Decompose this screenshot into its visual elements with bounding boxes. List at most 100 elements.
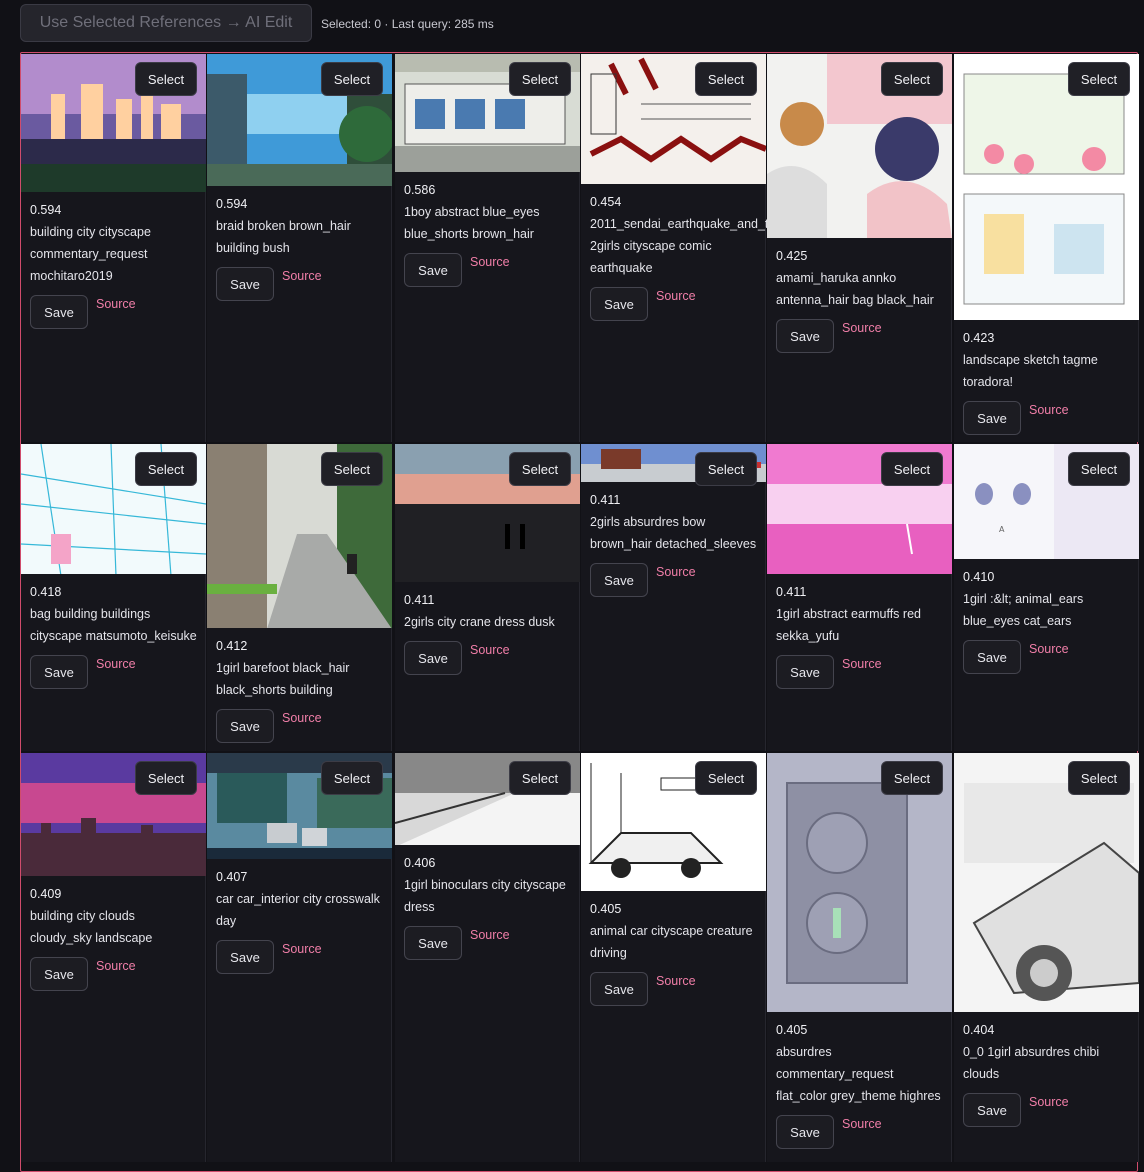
- svg-text:A: A: [999, 525, 1005, 534]
- result-card: Select 0.404 0_0 1girl absurdres chibi clo…: [954, 753, 1139, 1162]
- tag-list: 1girl barefoot black_hair black_shorts b…: [216, 661, 350, 697]
- source-link[interactable]: Source: [656, 565, 696, 579]
- select-button[interactable]: Select: [881, 761, 943, 795]
- select-button[interactable]: Select: [695, 761, 757, 795]
- result-card: Select 0.411 2girls city crane dress dusk S…: [395, 444, 580, 751]
- select-button[interactable]: Select: [135, 62, 197, 96]
- source-link[interactable]: Source: [656, 974, 696, 988]
- similarity-score: 0.411: [776, 585, 807, 599]
- result-card: Select 0.412 1girl barefoot black_hair bla…: [207, 444, 392, 751]
- result-card: Select 0.411 2girls absurdres bow brown_ha…: [581, 444, 766, 751]
- similarity-score: 0.405: [590, 902, 622, 916]
- tag-list: 1girl :&lt; animal_ears blue_eyes cat_ea…: [963, 592, 1084, 628]
- tag-list: 0_0 1girl absurdres chibi clouds: [963, 1045, 1100, 1081]
- result-card: Select 0.425 amami_haruka annko antenna_ha…: [767, 54, 952, 442]
- tag-list: bag building buildings cityscape matsumo…: [30, 607, 197, 643]
- source-link[interactable]: Source: [96, 959, 136, 973]
- tag-list: 2girls absurdres bow brown_hair detached…: [590, 515, 757, 551]
- result-card: Select 0.406 1girl binoculars city citysca…: [395, 753, 580, 1162]
- select-button[interactable]: Select: [321, 761, 383, 795]
- save-button[interactable]: Save: [590, 972, 648, 1006]
- save-button[interactable]: Save: [963, 640, 1021, 674]
- similarity-score: 0.594: [216, 197, 248, 211]
- select-button[interactable]: Select: [695, 452, 757, 486]
- tag-list: landscape sketch tagme toradora!: [963, 353, 1098, 389]
- similarity-score: 0.412: [216, 639, 248, 653]
- result-card: Select 0.407 car car_interior city crosswa…: [207, 753, 392, 1162]
- similarity-score: 0.594: [30, 203, 62, 217]
- select-button[interactable]: Select: [509, 452, 571, 486]
- result-card: Select 0.594 braid broken brown_hair build…: [207, 54, 392, 442]
- select-button[interactable]: Select: [321, 62, 383, 96]
- ai-edit-button[interactable]: Use Selected References → AI Edit: [20, 4, 312, 42]
- source-link[interactable]: Source: [470, 643, 510, 657]
- source-link[interactable]: Source: [96, 297, 136, 311]
- status-text: Selected: 0 · Last query: 285 ms: [321, 17, 494, 31]
- source-link[interactable]: Source: [656, 289, 696, 303]
- save-button[interactable]: Save: [590, 563, 648, 597]
- select-button[interactable]: Select: [881, 452, 943, 486]
- similarity-score: 0.409: [30, 887, 62, 901]
- similarity-score: 0.406: [404, 856, 436, 870]
- similarity-score: 0.411: [404, 593, 435, 607]
- source-link[interactable]: Source: [842, 1117, 882, 1131]
- save-button[interactable]: Save: [404, 926, 462, 960]
- save-button[interactable]: Save: [404, 253, 462, 287]
- source-link[interactable]: Source: [470, 928, 510, 942]
- select-button[interactable]: Select: [1068, 62, 1130, 96]
- select-button[interactable]: Select: [695, 62, 757, 96]
- save-button[interactable]: Save: [404, 641, 462, 675]
- source-link[interactable]: Source: [282, 269, 322, 283]
- similarity-score: 0.418: [30, 585, 62, 599]
- tag-list: building city clouds cloudy_sky landscap…: [30, 909, 153, 945]
- source-link[interactable]: Source: [282, 711, 322, 725]
- result-card: Select 0.454 2011_sendai_earthquake_and_ts…: [581, 54, 809, 442]
- tag-list: 2011_sendai_earthquake_and_tsunami 2girl…: [590, 217, 809, 275]
- result-card: Select 0.418 bag building buildings citysc…: [21, 444, 206, 751]
- result-card: Select 0.409 building city clouds cloudy_s…: [21, 753, 206, 1162]
- save-button[interactable]: Save: [30, 655, 88, 689]
- source-link[interactable]: Source: [842, 657, 882, 671]
- result-card: Select 0.411 1girl abstract earmuffs red s…: [767, 444, 952, 751]
- source-link[interactable]: Source: [842, 321, 882, 335]
- select-button[interactable]: Select: [1068, 452, 1130, 486]
- source-link[interactable]: Source: [96, 657, 136, 671]
- result-card: Select 0.405 animal car cityscape creature…: [581, 753, 766, 1162]
- select-button[interactable]: Select: [135, 452, 197, 486]
- save-button[interactable]: Save: [963, 401, 1021, 435]
- similarity-score: 0.454: [590, 195, 622, 209]
- save-button[interactable]: Save: [30, 295, 88, 329]
- save-button[interactable]: Save: [776, 319, 834, 353]
- tag-list: car car_interior city crosswalk day: [216, 892, 380, 928]
- save-button[interactable]: Save: [216, 267, 274, 301]
- source-link[interactable]: Source: [1029, 403, 1069, 417]
- similarity-score: 0.425: [776, 249, 808, 263]
- save-button[interactable]: Save: [776, 655, 834, 689]
- select-button[interactable]: Select: [135, 761, 197, 795]
- save-button[interactable]: Save: [963, 1093, 1021, 1127]
- result-card: Select 0.586 1boy abstract blue_eyes blue_…: [395, 54, 580, 442]
- similarity-score: 0.410: [963, 570, 995, 584]
- result-card: A Select 0.410 1girl :&lt; animal_ears blue…: [954, 444, 1139, 751]
- select-button[interactable]: Select: [321, 452, 383, 486]
- similarity-score: 0.423: [963, 331, 995, 345]
- select-button[interactable]: Select: [1068, 761, 1130, 795]
- source-link[interactable]: Source: [470, 255, 510, 269]
- similarity-score: 0.407: [216, 870, 248, 884]
- save-button[interactable]: Save: [216, 940, 274, 974]
- result-card: Select 0.594 building city cityscape comme…: [21, 54, 206, 442]
- similarity-score: 0.586: [404, 183, 436, 197]
- source-link[interactable]: Source: [282, 942, 322, 956]
- tag-list: amami_haruka annko antenna_hair bag blac…: [776, 271, 934, 307]
- tag-list: 1girl binoculars city cityscape dress: [404, 878, 566, 914]
- tag-list: 1boy abstract blue_eyes blue_shorts brow…: [404, 205, 540, 241]
- select-button[interactable]: Select: [881, 62, 943, 96]
- save-button[interactable]: Save: [776, 1115, 834, 1149]
- select-button[interactable]: Select: [509, 761, 571, 795]
- save-button[interactable]: Save: [216, 709, 274, 743]
- source-link[interactable]: Source: [1029, 642, 1069, 656]
- select-button[interactable]: Select: [509, 62, 571, 96]
- save-button[interactable]: Save: [30, 957, 88, 991]
- save-button[interactable]: Save: [590, 287, 648, 321]
- source-link[interactable]: Source: [1029, 1095, 1069, 1109]
